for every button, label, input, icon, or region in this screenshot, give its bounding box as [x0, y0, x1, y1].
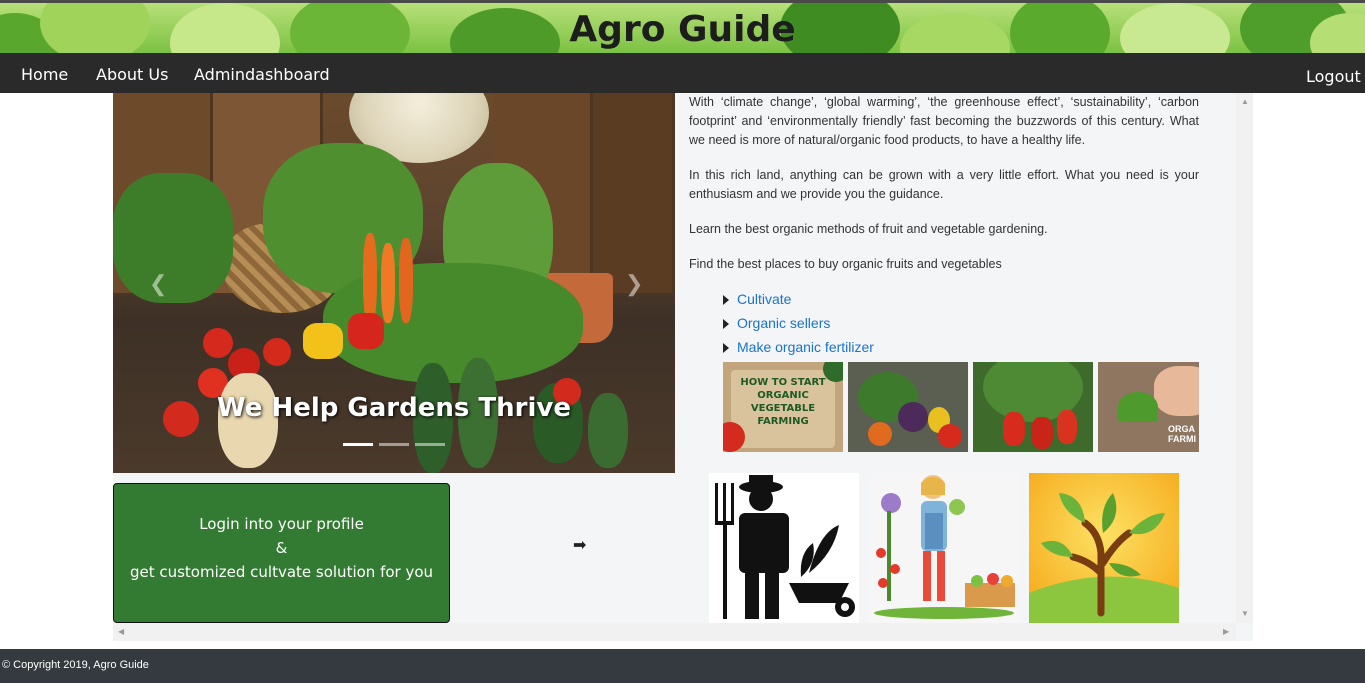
nav-home[interactable]: Home	[21, 65, 68, 84]
thumbnail-peppers[interactable]	[973, 362, 1093, 452]
thumbnail-organic-farming-hand[interactable]: ORGA FARMI	[1098, 362, 1199, 452]
thumbnail-caption: HOW TO START ORGANIC VEGETABLE FARMING	[740, 377, 826, 427]
carrot-image	[399, 238, 413, 323]
gardener-woman-illustration	[869, 473, 1019, 623]
intro-paragraph: With ‘climate change’, ‘global warming’,…	[689, 95, 1199, 147]
carrot-image	[363, 233, 377, 323]
caret-right-icon	[723, 295, 729, 305]
pepper-image	[1057, 410, 1077, 444]
tomato-image	[203, 328, 233, 358]
carrot-image	[381, 243, 395, 323]
intro-paragraph: In this rich land, anything can be grown…	[689, 168, 1199, 201]
link-make-organic-fertilizer[interactable]: Make organic fertilizer	[723, 339, 874, 363]
site-header: Agro Guide	[0, 0, 1365, 53]
hero-carousel[interactable]: ❮ ❯ We Help Gardens Thrive	[113, 93, 675, 473]
carrot-image	[868, 422, 892, 446]
caret-right-icon	[723, 343, 729, 353]
pepper-image	[1031, 417, 1053, 449]
carousel-next-icon[interactable]: ❯	[625, 271, 643, 297]
site-footer: © Copyright 2019, Agro Guide	[0, 649, 1365, 683]
caret-right-icon	[723, 319, 729, 329]
login-promo-line3: get customized cultvate solution for you	[129, 563, 434, 581]
scroll-up-icon[interactable]: ▲	[1241, 97, 1249, 106]
tomato-image	[263, 338, 291, 366]
carousel-indicator[interactable]	[343, 443, 373, 446]
gardener-woman-image	[869, 473, 1019, 623]
thumbnail-vegetables[interactable]	[848, 362, 968, 452]
carousel-indicator[interactable]	[415, 443, 445, 446]
intro-paragraph: Find the best places to buy organic frui…	[689, 257, 1002, 271]
pepper-image	[1003, 412, 1025, 446]
tree-logo-icon	[1029, 473, 1179, 623]
farmer-icon	[709, 473, 859, 623]
farmer-silhouette-icon	[709, 473, 859, 623]
tomato-image	[938, 424, 962, 448]
intro-text: With ‘climate change’, ‘global warming’,…	[689, 93, 1199, 290]
arrow-right-icon: ➡	[573, 537, 587, 554]
carousel-indicator[interactable]	[379, 443, 409, 446]
horizontal-scrollbar[interactable]: ◀ ▶	[113, 623, 1236, 641]
feature-links: Cultivate Organic sellers Make organic f…	[723, 291, 874, 363]
greens-image	[113, 173, 233, 303]
login-promo-line2: &	[275, 539, 288, 557]
link-cultivate[interactable]: Cultivate	[723, 291, 874, 315]
tree-icon	[1029, 473, 1179, 623]
scroll-right-icon[interactable]: ▶	[1223, 627, 1229, 636]
hand-image	[1154, 366, 1199, 416]
pepper-image	[303, 323, 343, 359]
pepper-image	[348, 313, 384, 349]
thumbnail-organic-farming[interactable]: HOW TO START ORGANIC VEGETABLE FARMING	[723, 362, 843, 452]
copyright-text: © Copyright 2019, Agro Guide	[2, 659, 149, 671]
wood-background	[593, 93, 675, 293]
scroll-left-icon[interactable]: ◀	[118, 627, 124, 636]
seedling-image	[1118, 392, 1158, 422]
carousel-caption: We Help Gardens Thrive	[217, 393, 571, 423]
vertical-scrollbar[interactable]: ▲ ▼	[1236, 93, 1253, 623]
carousel-prev-icon[interactable]: ❮	[149, 271, 167, 297]
nav-admindashboard[interactable]: Admindashboard	[194, 65, 330, 84]
eggplant-image	[898, 402, 928, 432]
nav-about-us[interactable]: About Us	[96, 65, 168, 84]
scroll-down-icon[interactable]: ▼	[1241, 609, 1249, 618]
main-content[interactable]: ❮ ❯ We Help Gardens Thrive Login into yo…	[113, 93, 1253, 641]
login-promo-box[interactable]: Login into your profile & get customized…	[113, 483, 450, 623]
thumbnail-caption: ORGA FARMI	[1168, 424, 1196, 444]
login-promo-line1: Login into your profile	[199, 515, 364, 533]
site-title: Agro Guide	[569, 9, 796, 50]
logout-link[interactable]: Logout	[1306, 67, 1361, 86]
intro-paragraph: Learn the best organic methods of fruit …	[689, 222, 1048, 236]
link-organic-sellers[interactable]: Organic sellers	[723, 315, 874, 339]
main-nav: Home About Us Admindashboard Logout	[0, 53, 1365, 93]
